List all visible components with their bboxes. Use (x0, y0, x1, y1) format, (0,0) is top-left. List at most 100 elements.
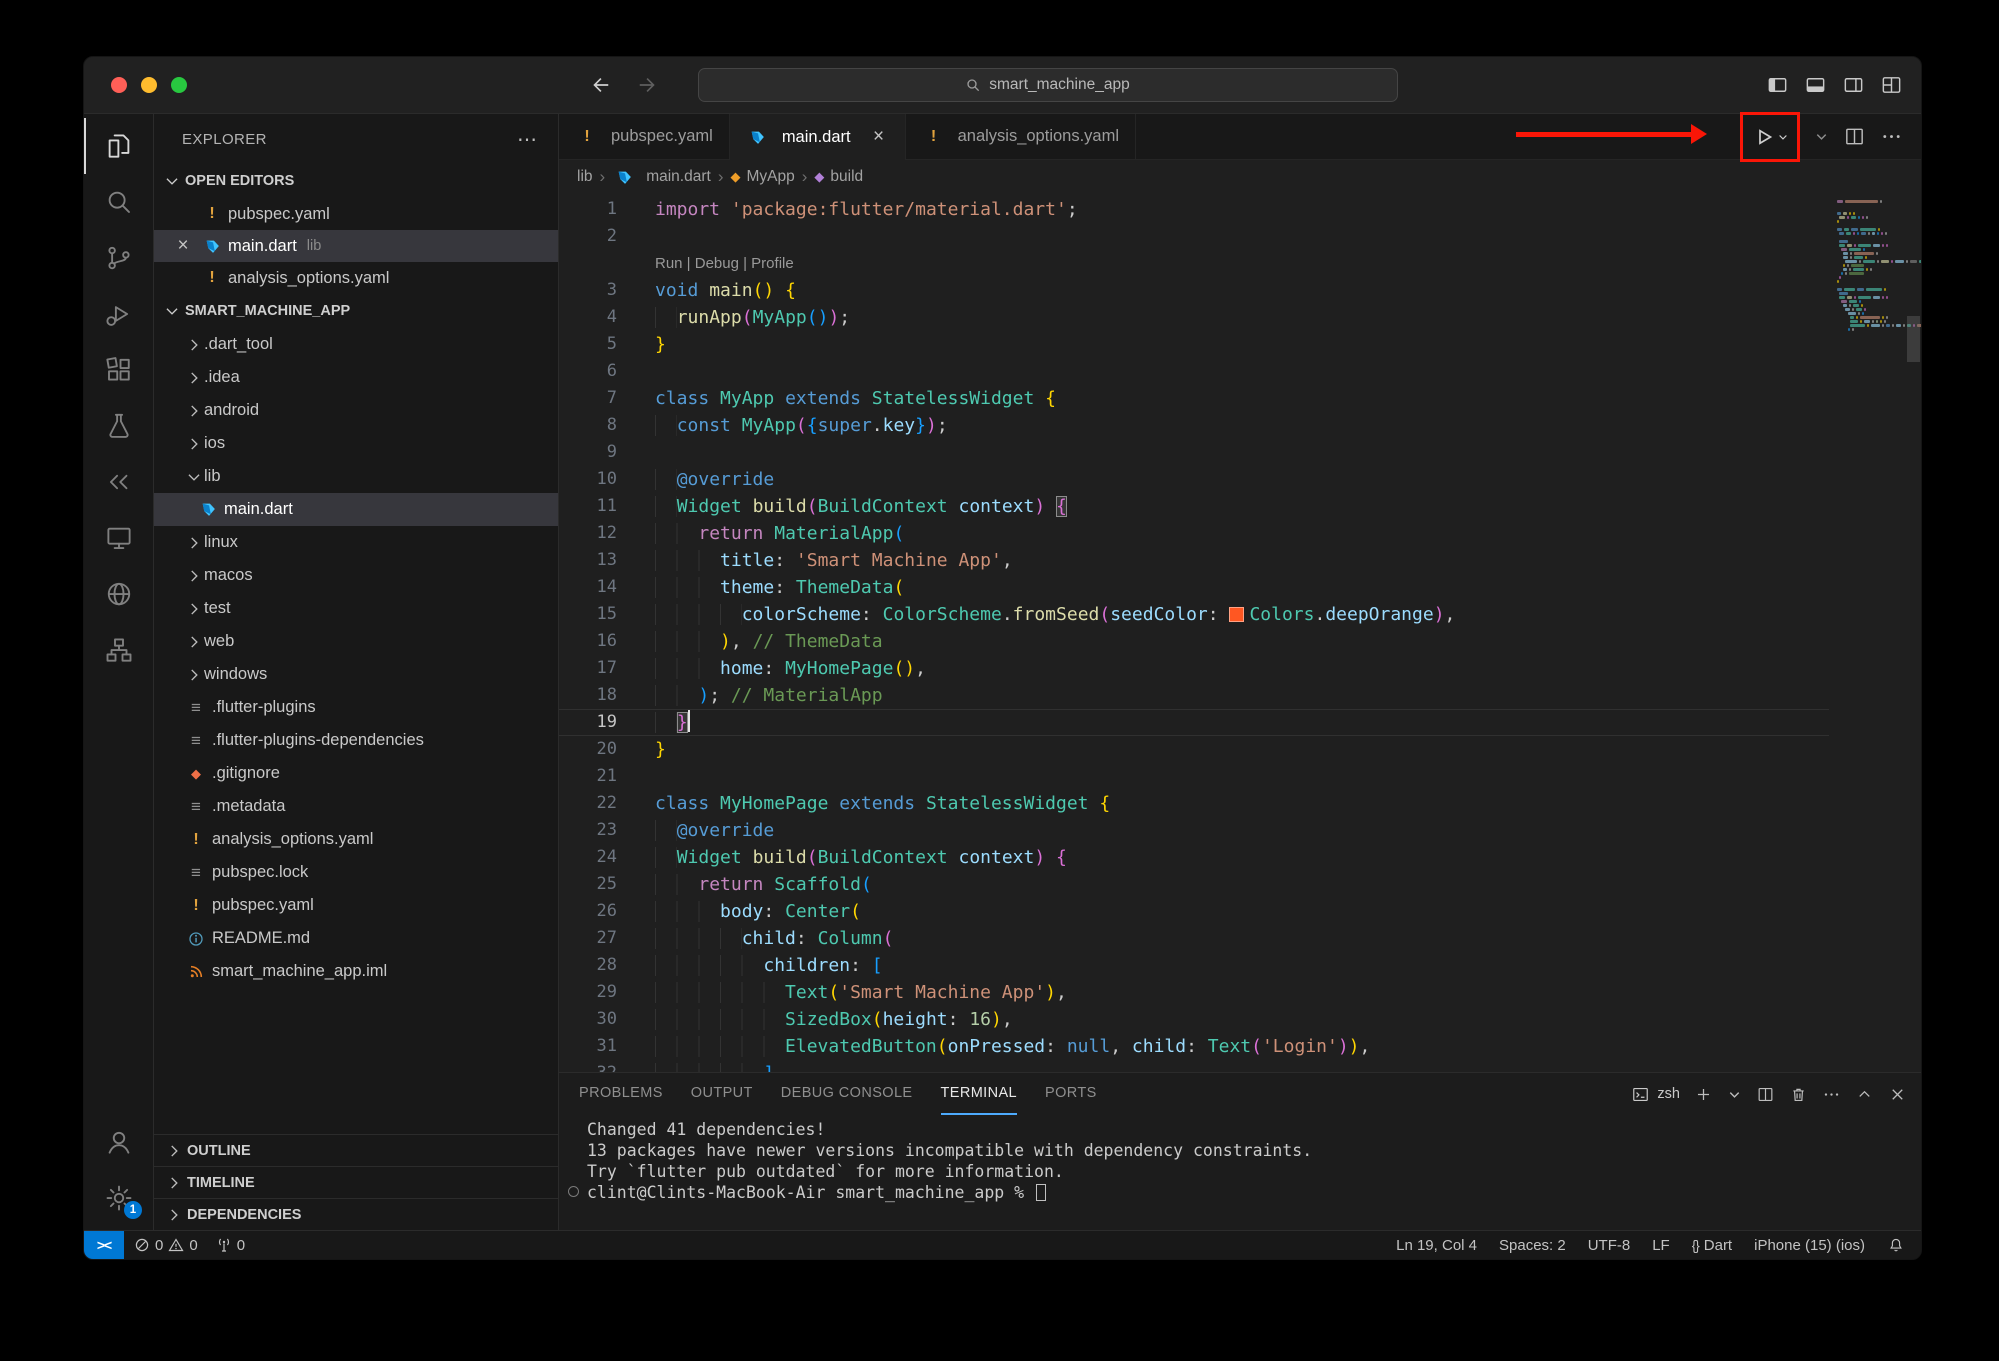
editor-tab-pubspec.yaml[interactable]: !pubspec.yaml (559, 114, 730, 159)
activity-explorer-button[interactable] (84, 118, 153, 174)
breadcrumb-item-myapp[interactable]: ◆MyApp (730, 168, 794, 186)
tree-item-.gitignore[interactable]: ◆.gitignore (154, 757, 558, 790)
code-lens-line[interactable]: Run | Debug | Profile (559, 250, 1829, 277)
tree-item-test[interactable]: test (154, 592, 558, 625)
notifications-bell-icon[interactable] (1887, 1236, 1905, 1254)
code-line[interactable]: 20} (559, 736, 1829, 763)
sidebar-section-dependencies[interactable]: DEPENDENCIES (154, 1198, 558, 1230)
tree-item-linux[interactable]: linux (154, 526, 558, 559)
terminal-output[interactable]: Changed 41 dependencies!13 packages have… (559, 1115, 1921, 1230)
panel-tab-problems[interactable]: PROBLEMS (579, 1073, 663, 1115)
open-editor-item-main.dart[interactable]: ×main.dartlib (154, 230, 558, 262)
code-content[interactable]: 1import 'package:flutter/material.dart';… (559, 194, 1829, 1072)
panel-tab-terminal[interactable]: TERMINAL (941, 1073, 1018, 1115)
code-editor[interactable]: 1import 'package:flutter/material.dart';… (559, 194, 1921, 1072)
customize-layout-icon[interactable] (1880, 74, 1903, 97)
activity-accounts-button[interactable] (84, 1114, 153, 1170)
activity-run-debug-button[interactable] (84, 286, 153, 342)
code-line[interactable]: 21 (559, 763, 1829, 790)
code-line[interactable]: 15 colorScheme: ColorScheme.fromSeed(see… (559, 601, 1829, 628)
code-line[interactable]: 9 (559, 439, 1829, 466)
tree-item-pubspec.lock[interactable]: ≡pubspec.lock (154, 856, 558, 889)
code-line[interactable]: 19 } (559, 709, 1829, 736)
code-line[interactable]: 3void main() { (559, 277, 1829, 304)
editor-scrollbar[interactable] (1907, 316, 1920, 362)
panel-tab-debug-console[interactable]: DEBUG CONSOLE (781, 1073, 913, 1115)
tree-item-android[interactable]: android (154, 394, 558, 427)
tree-item-ios[interactable]: ios (154, 427, 558, 460)
open-editors-header[interactable]: OPEN EDITORS (154, 164, 558, 198)
code-line[interactable]: 14 theme: ThemeData( (559, 574, 1829, 601)
more-actions-icon[interactable] (1880, 125, 1903, 148)
code-line[interactable]: 22class MyHomePage extends StatelessWidg… (559, 790, 1829, 817)
status-item-dart[interactable]: {}Dart (1692, 1237, 1732, 1254)
code-line[interactable]: 24 Widget build(BuildContext context) { (559, 844, 1829, 871)
split-terminal-icon[interactable] (1756, 1085, 1775, 1104)
activity-extensions-button[interactable] (84, 342, 153, 398)
kill-terminal-icon[interactable] (1789, 1085, 1808, 1104)
code-line[interactable]: 30 SizedBox(height: 16), (559, 1006, 1829, 1033)
activity-live-preview-button[interactable] (84, 566, 153, 622)
close-editor-icon[interactable]: × (172, 235, 194, 257)
tree-item-smart_machine_app.iml[interactable]: smart_machine_app.iml (154, 955, 558, 988)
activity-settings-button[interactable]: 1 (84, 1170, 153, 1226)
code-line[interactable]: 8 const MyApp({super.key}); (559, 412, 1829, 439)
tree-item-main.dart[interactable]: main.dart (154, 493, 558, 526)
project-root-header[interactable]: SMART_MACHINE_APP (154, 294, 558, 328)
tree-item-lib[interactable]: lib (154, 460, 558, 493)
code-line[interactable]: 32 ], (559, 1060, 1829, 1072)
sidebar-section-timeline[interactable]: TIMELINE (154, 1166, 558, 1198)
terminal-dropdown-chevron-icon[interactable] (1727, 1087, 1742, 1102)
code-line[interactable]: 6 (559, 358, 1829, 385)
close-panel-icon[interactable] (1888, 1085, 1907, 1104)
code-line[interactable]: 31 ElevatedButton(onPressed: null, child… (559, 1033, 1829, 1060)
color-chip[interactable] (1229, 607, 1244, 622)
tree-item-.flutter-plugins-dependencies[interactable]: ≡.flutter-plugins-dependencies (154, 724, 558, 757)
forward-button[interactable] (637, 74, 659, 96)
split-editor-icon[interactable] (1843, 125, 1866, 148)
tree-item-.flutter-plugins[interactable]: ≡.flutter-plugins (154, 691, 558, 724)
tree-item-macos[interactable]: macos (154, 559, 558, 592)
open-editor-item-pubspec.yaml[interactable]: !pubspec.yaml (154, 198, 558, 230)
tree-item-pubspec.yaml[interactable]: !pubspec.yaml (154, 889, 558, 922)
code-lens-actions[interactable]: Run | Debug | Profile (655, 250, 794, 277)
tree-item-.metadata[interactable]: ≡.metadata (154, 790, 558, 823)
tree-item-analysis_options.yaml[interactable]: !analysis_options.yaml (154, 823, 558, 856)
toggle-secondary-sidebar-icon[interactable] (1842, 74, 1865, 97)
code-line[interactable]: 4 runApp(MyApp()); (559, 304, 1829, 331)
code-line[interactable]: 7class MyApp extends StatelessWidget { (559, 385, 1829, 412)
panel-tab-output[interactable]: OUTPUT (691, 1073, 753, 1115)
code-line[interactable]: 11 Widget build(BuildContext context) { (559, 493, 1829, 520)
code-line[interactable]: 29 Text('Smart Machine App'), (559, 979, 1829, 1006)
activity-hierarchy-button[interactable] (84, 622, 153, 678)
code-line[interactable]: 17 home: MyHomePage(), (559, 655, 1829, 682)
open-editor-item-analysis_options.yaml[interactable]: !analysis_options.yaml (154, 262, 558, 294)
close-tab-icon[interactable]: × (869, 126, 889, 148)
new-terminal-icon[interactable] (1694, 1085, 1713, 1104)
status-item-lf[interactable]: LF (1652, 1237, 1670, 1254)
activity-search-button[interactable] (84, 174, 153, 230)
code-line[interactable]: 16 ), // ThemeData (559, 628, 1829, 655)
code-line[interactable]: 26 body: Center( (559, 898, 1829, 925)
breadcrumb-item-lib[interactable]: lib (577, 168, 593, 186)
status-item-iphone-15-ios-[interactable]: iPhone (15) (ios) (1754, 1237, 1865, 1254)
panel-tab-ports[interactable]: PORTS (1045, 1073, 1097, 1115)
code-line[interactable]: 5} (559, 331, 1829, 358)
editor-tab-main.dart[interactable]: main.dart× (730, 114, 906, 160)
breadcrumb-item-build[interactable]: ◆build (814, 168, 863, 186)
launch-profile[interactable]: zsh (1631, 1085, 1680, 1104)
problems-status[interactable]: 0 0 (134, 1237, 198, 1254)
code-line[interactable]: 18 ); // MaterialApp (559, 682, 1829, 709)
status-item-utf-8[interactable]: UTF-8 (1588, 1237, 1631, 1254)
activity-remote-explorer-button[interactable] (84, 510, 153, 566)
chevron-down-icon[interactable] (1814, 129, 1829, 144)
sidebar-section-outline[interactable]: OUTLINE (154, 1134, 558, 1166)
tree-item-readme.md[interactable]: README.md (154, 922, 558, 955)
toggle-sidebar-icon[interactable] (1766, 74, 1789, 97)
run-or-debug-button[interactable] (1752, 125, 1776, 149)
back-button[interactable] (589, 74, 611, 96)
window-close-button[interactable] (111, 77, 127, 93)
code-line[interactable]: 28 children: [ (559, 952, 1829, 979)
code-line[interactable]: 23 @override (559, 817, 1829, 844)
activity-source-control-button[interactable] (84, 230, 153, 286)
